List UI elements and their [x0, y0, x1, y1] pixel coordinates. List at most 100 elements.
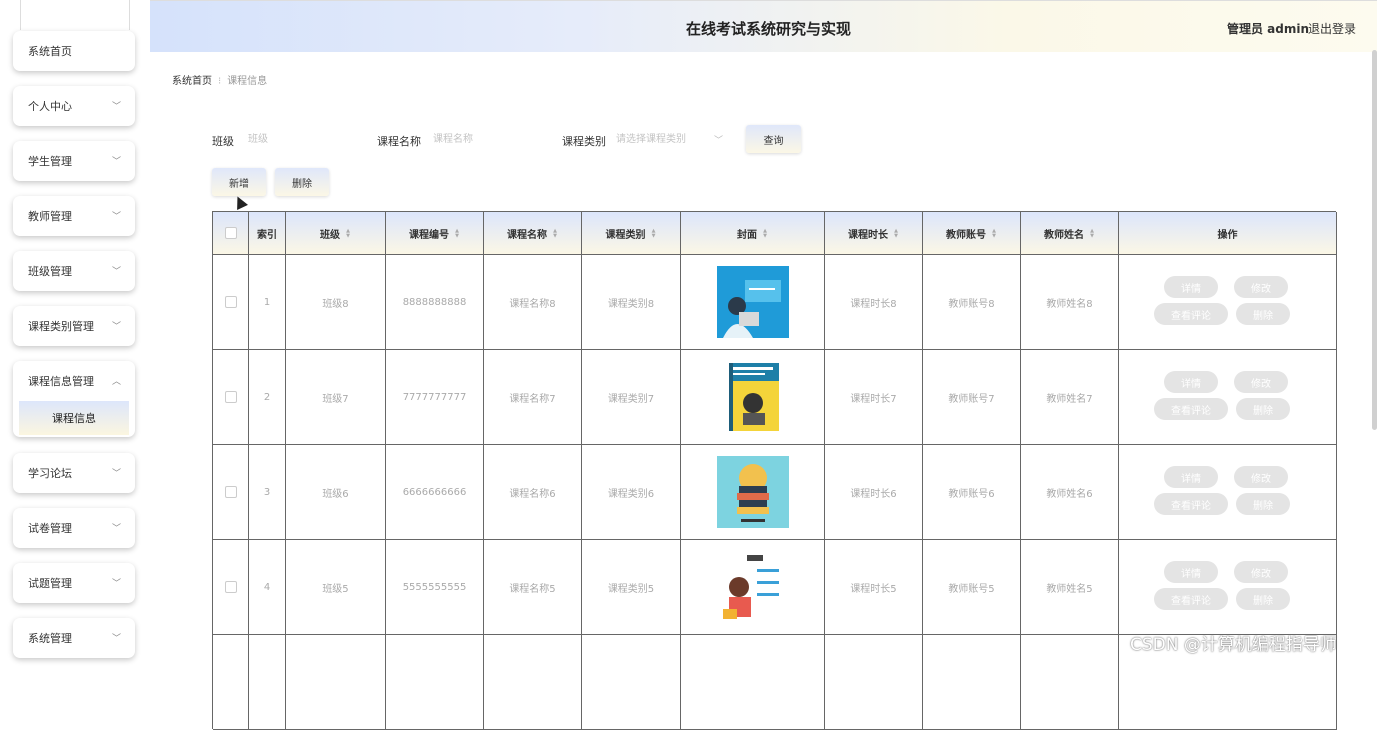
add-button[interactable]: 新增: [212, 168, 266, 196]
table-cell: 班级6: [286, 445, 386, 540]
table-cell: 课程类别6: [582, 445, 681, 540]
detail-button[interactable]: 详情: [1164, 561, 1218, 583]
chevron-down-icon: ﹀: [111, 212, 121, 222]
column-header[interactable]: 教师账号 ▲▼: [923, 212, 1021, 255]
logout-link[interactable]: 退出登录: [1308, 20, 1356, 37]
view-comments-button[interactable]: 查看评论: [1154, 493, 1228, 515]
column-header-label: 课程类别: [605, 229, 646, 241]
table-cell: 班级5: [286, 540, 386, 635]
row-delete-button[interactable]: 删除: [1236, 303, 1290, 325]
table-cell: 教师账号6: [923, 445, 1021, 540]
sidebar-item[interactable]: 班级管理 ﹀: [13, 251, 135, 291]
row-checkbox[interactable]: [224, 486, 237, 498]
row-select-cell[interactable]: [213, 350, 249, 445]
sidebar-item[interactable]: 系统管理 ﹀: [13, 618, 135, 658]
sidebar-item[interactable]: 系统首页: [13, 31, 135, 71]
cell-duration: 课程时长5: [850, 583, 897, 595]
watermark: CSDN @计算机编程指导师: [1130, 635, 1337, 655]
row-select-cell[interactable]: [213, 540, 249, 635]
row-delete-button[interactable]: 删除: [1236, 493, 1290, 515]
table-cell: [681, 635, 825, 730]
table-cell: 班级7: [286, 350, 386, 445]
table-cell: 教师账号8: [923, 255, 1021, 350]
sort-icon[interactable]: ▲▼: [893, 228, 899, 238]
delete-button[interactable]: 删除: [275, 168, 329, 196]
course-cover-image: [716, 551, 789, 623]
scrollbar[interactable]: [1372, 50, 1377, 430]
column-header[interactable]: 封面 ▲▼: [681, 212, 825, 255]
table-cell: [1021, 635, 1119, 730]
sidebar-item[interactable]: 教师管理 ﹀: [13, 196, 135, 236]
query-button[interactable]: 查询: [746, 125, 801, 153]
sidebar-item[interactable]: 课程信息管理 ︿ 课程信息: [13, 361, 135, 437]
table-cell: 课程时长7: [825, 350, 923, 445]
row-checkbox[interactable]: [224, 581, 237, 593]
column-header[interactable]: 课程名称 ▲▼: [484, 212, 582, 255]
column-header: 操作: [1119, 212, 1337, 255]
table-cell: 教师姓名5: [1021, 540, 1119, 635]
column-header-label: 索引: [257, 229, 277, 241]
edit-button[interactable]: 修改: [1234, 466, 1288, 488]
course-cover-image: [716, 456, 789, 528]
edit-button[interactable]: 修改: [1234, 371, 1288, 393]
sort-icon[interactable]: ▲▼: [762, 228, 768, 238]
detail-button[interactable]: 详情: [1164, 276, 1218, 298]
actions-cell: 详情 修改 查看评论 删除: [1119, 255, 1337, 350]
row-select-cell[interactable]: [213, 445, 249, 540]
course-name-input[interactable]: [433, 126, 543, 152]
course-cover-image: [716, 361, 789, 433]
sidebar-subitem[interactable]: 课程信息: [19, 401, 129, 435]
table-cell: 6666666666: [386, 445, 484, 540]
course-cover-image: [716, 266, 789, 338]
column-header[interactable]: 班级 ▲▼: [286, 212, 386, 255]
table-cell: 课程类别5: [582, 540, 681, 635]
sort-icon[interactable]: ▲▼: [1089, 228, 1095, 238]
row-select-cell[interactable]: [213, 255, 249, 350]
cell-name: 课程名称5: [509, 583, 556, 595]
table-cell: 4: [249, 540, 286, 635]
sort-icon[interactable]: ▲▼: [454, 228, 460, 238]
select-all-checkbox[interactable]: [224, 227, 237, 239]
sidebar-item-label: 课程类别管理: [28, 320, 94, 333]
edit-button[interactable]: 修改: [1234, 561, 1288, 583]
sidebar-item[interactable]: 课程类别管理 ﹀: [13, 306, 135, 346]
column-header-label: 封面: [737, 229, 757, 241]
sidebar-item-label: 教师管理: [28, 210, 72, 223]
cell-class: 班级5: [322, 583, 349, 595]
column-header[interactable]: 课程类别 ▲▼: [582, 212, 681, 255]
row-checkbox[interactable]: [224, 391, 237, 403]
detail-button[interactable]: 详情: [1164, 466, 1218, 488]
class-input[interactable]: [248, 126, 358, 152]
table-cell: 课程类别8: [582, 255, 681, 350]
column-header[interactable]: 教师姓名 ▲▼: [1021, 212, 1119, 255]
view-comments-button[interactable]: 查看评论: [1154, 303, 1228, 325]
view-comments-button[interactable]: 查看评论: [1154, 588, 1228, 610]
breadcrumb-home[interactable]: 系统首页: [172, 76, 212, 87]
sort-icon[interactable]: ▲▼: [552, 228, 558, 238]
cell-code: 7777777777: [402, 391, 467, 403]
row-delete-button[interactable]: 删除: [1236, 588, 1290, 610]
column-header-label: 教师姓名: [1044, 229, 1084, 241]
column-header[interactable]: 课程时长 ▲▼: [825, 212, 923, 255]
row-checkbox[interactable]: [224, 296, 237, 308]
sort-icon[interactable]: ▲▼: [345, 228, 351, 238]
edit-button[interactable]: 修改: [1234, 276, 1288, 298]
breadcrumb-current: 课程信息: [227, 76, 268, 87]
sidebar-item[interactable]: 学习论坛 ﹀: [13, 453, 135, 493]
category-select[interactable]: [616, 126, 712, 152]
sidebar-item-label: 试卷管理: [28, 522, 72, 535]
sort-icon[interactable]: ▲▼: [991, 228, 997, 238]
row-delete-button[interactable]: 删除: [1236, 398, 1290, 420]
view-comments-button[interactable]: 查看评论: [1154, 398, 1228, 420]
sort-icon[interactable]: ▲▼: [651, 228, 657, 238]
column-header[interactable]: 课程编号 ▲▼: [386, 212, 484, 255]
cell-teacher_name: 教师姓名5: [1046, 583, 1093, 595]
sidebar-item[interactable]: 试卷管理 ﹀: [13, 508, 135, 548]
select-all-cell[interactable]: [213, 212, 249, 255]
chevron-down-icon[interactable]: ﹀: [714, 133, 723, 146]
course-name-label: 课程名称: [377, 135, 421, 148]
sidebar-item[interactable]: 学生管理 ﹀: [13, 141, 135, 181]
sidebar-item[interactable]: 试题管理 ﹀: [13, 563, 135, 603]
sidebar-item[interactable]: 个人中心 ﹀: [13, 86, 135, 126]
detail-button[interactable]: 详情: [1164, 371, 1218, 393]
